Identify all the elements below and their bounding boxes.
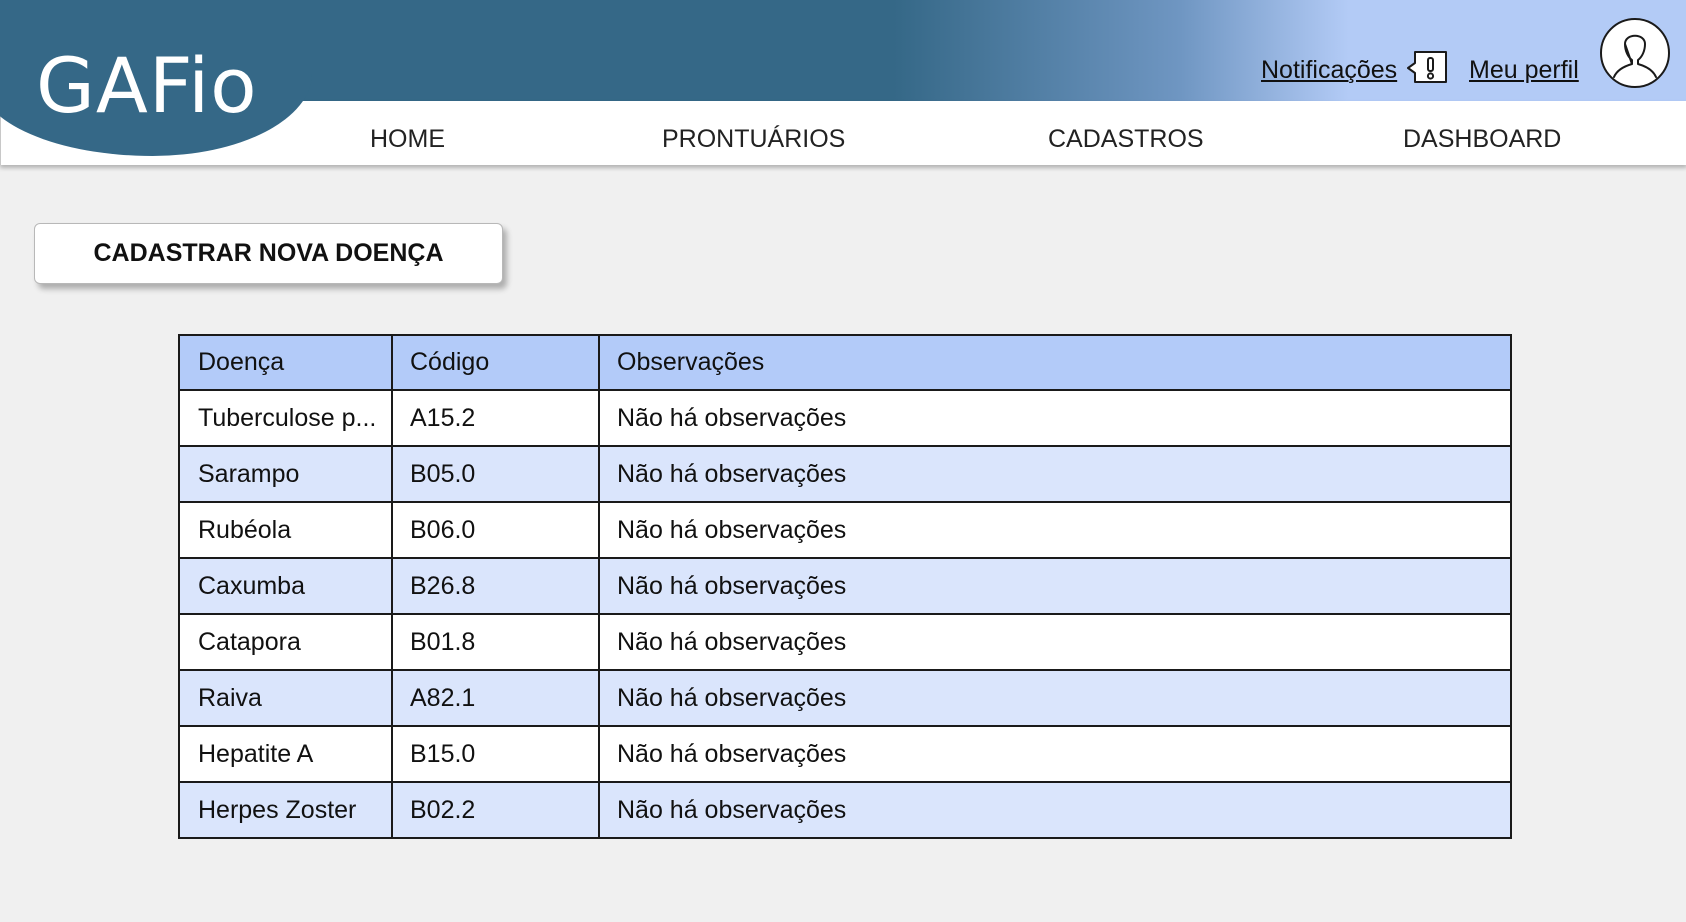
cell-doenca: Herpes Zoster [178, 781, 393, 839]
notification-icon[interactable] [1407, 49, 1449, 87]
cell-observacoes: Não há observações [598, 781, 1512, 839]
cell-doenca: Raiva [178, 669, 393, 727]
table-row[interactable]: Sarampo B05.0 Não há observações [178, 445, 1512, 503]
new-disease-button[interactable]: CADASTRAR NOVA DOENÇA [34, 223, 503, 284]
profile-link[interactable]: Meu perfil [1469, 55, 1579, 85]
table-row[interactable]: Rubéola B06.0 Não há observações [178, 501, 1512, 559]
cell-codigo: B26.8 [391, 557, 600, 615]
cell-observacoes: Não há observações [598, 501, 1512, 559]
cell-doenca: Tuberculose p... [178, 389, 393, 447]
disease-table: Doença Código Observações Tuberculose p.… [178, 334, 1512, 839]
table-header-row: Doença Código Observações [178, 334, 1512, 391]
cell-doenca: Rubéola [178, 501, 393, 559]
cell-codigo: B02.2 [391, 781, 600, 839]
cell-observacoes: Não há observações [598, 557, 1512, 615]
cell-doenca: Catapora [178, 613, 393, 671]
cell-codigo: B15.0 [391, 725, 600, 783]
cell-observacoes: Não há observações [598, 445, 1512, 503]
nav-prontuarios[interactable]: PRONTUÁRIOS [662, 124, 845, 154]
nav-dashboard[interactable]: DASHBOARD [1403, 124, 1561, 154]
cell-codigo: A82.1 [391, 669, 600, 727]
cell-codigo: B01.8 [391, 613, 600, 671]
column-header-codigo[interactable]: Código [391, 334, 600, 391]
cell-doenca: Sarampo [178, 445, 393, 503]
table-row[interactable]: Tuberculose p... A15.2 Não há observaçõe… [178, 389, 1512, 447]
column-header-observacoes[interactable]: Observações [598, 334, 1512, 391]
column-header-doenca[interactable]: Doença [178, 334, 393, 391]
app-logo[interactable]: GAFio [36, 48, 258, 124]
cell-observacoes: Não há observações [598, 613, 1512, 671]
cell-observacoes: Não há observações [598, 389, 1512, 447]
nav-cadastros[interactable]: CADASTROS [1048, 124, 1204, 154]
cell-doenca: Hepatite A [178, 725, 393, 783]
cell-observacoes: Não há observações [598, 725, 1512, 783]
cell-doenca: Caxumba [178, 557, 393, 615]
table-row[interactable]: Hepatite A B15.0 Não há observações [178, 725, 1512, 783]
table-row[interactable]: Raiva A82.1 Não há observações [178, 669, 1512, 727]
nav-home[interactable]: HOME [370, 124, 445, 154]
table-row[interactable]: Herpes Zoster B02.2 Não há observações [178, 781, 1512, 839]
table-row[interactable]: Catapora B01.8 Não há observações [178, 613, 1512, 671]
notifications-link[interactable]: Notificações [1261, 55, 1397, 85]
table-row[interactable]: Caxumba B26.8 Não há observações [178, 557, 1512, 615]
cell-codigo: B06.0 [391, 501, 600, 559]
cell-codigo: B05.0 [391, 445, 600, 503]
cell-observacoes: Não há observações [598, 669, 1512, 727]
user-avatar-icon[interactable] [1599, 17, 1671, 89]
cell-codigo: A15.2 [391, 389, 600, 447]
